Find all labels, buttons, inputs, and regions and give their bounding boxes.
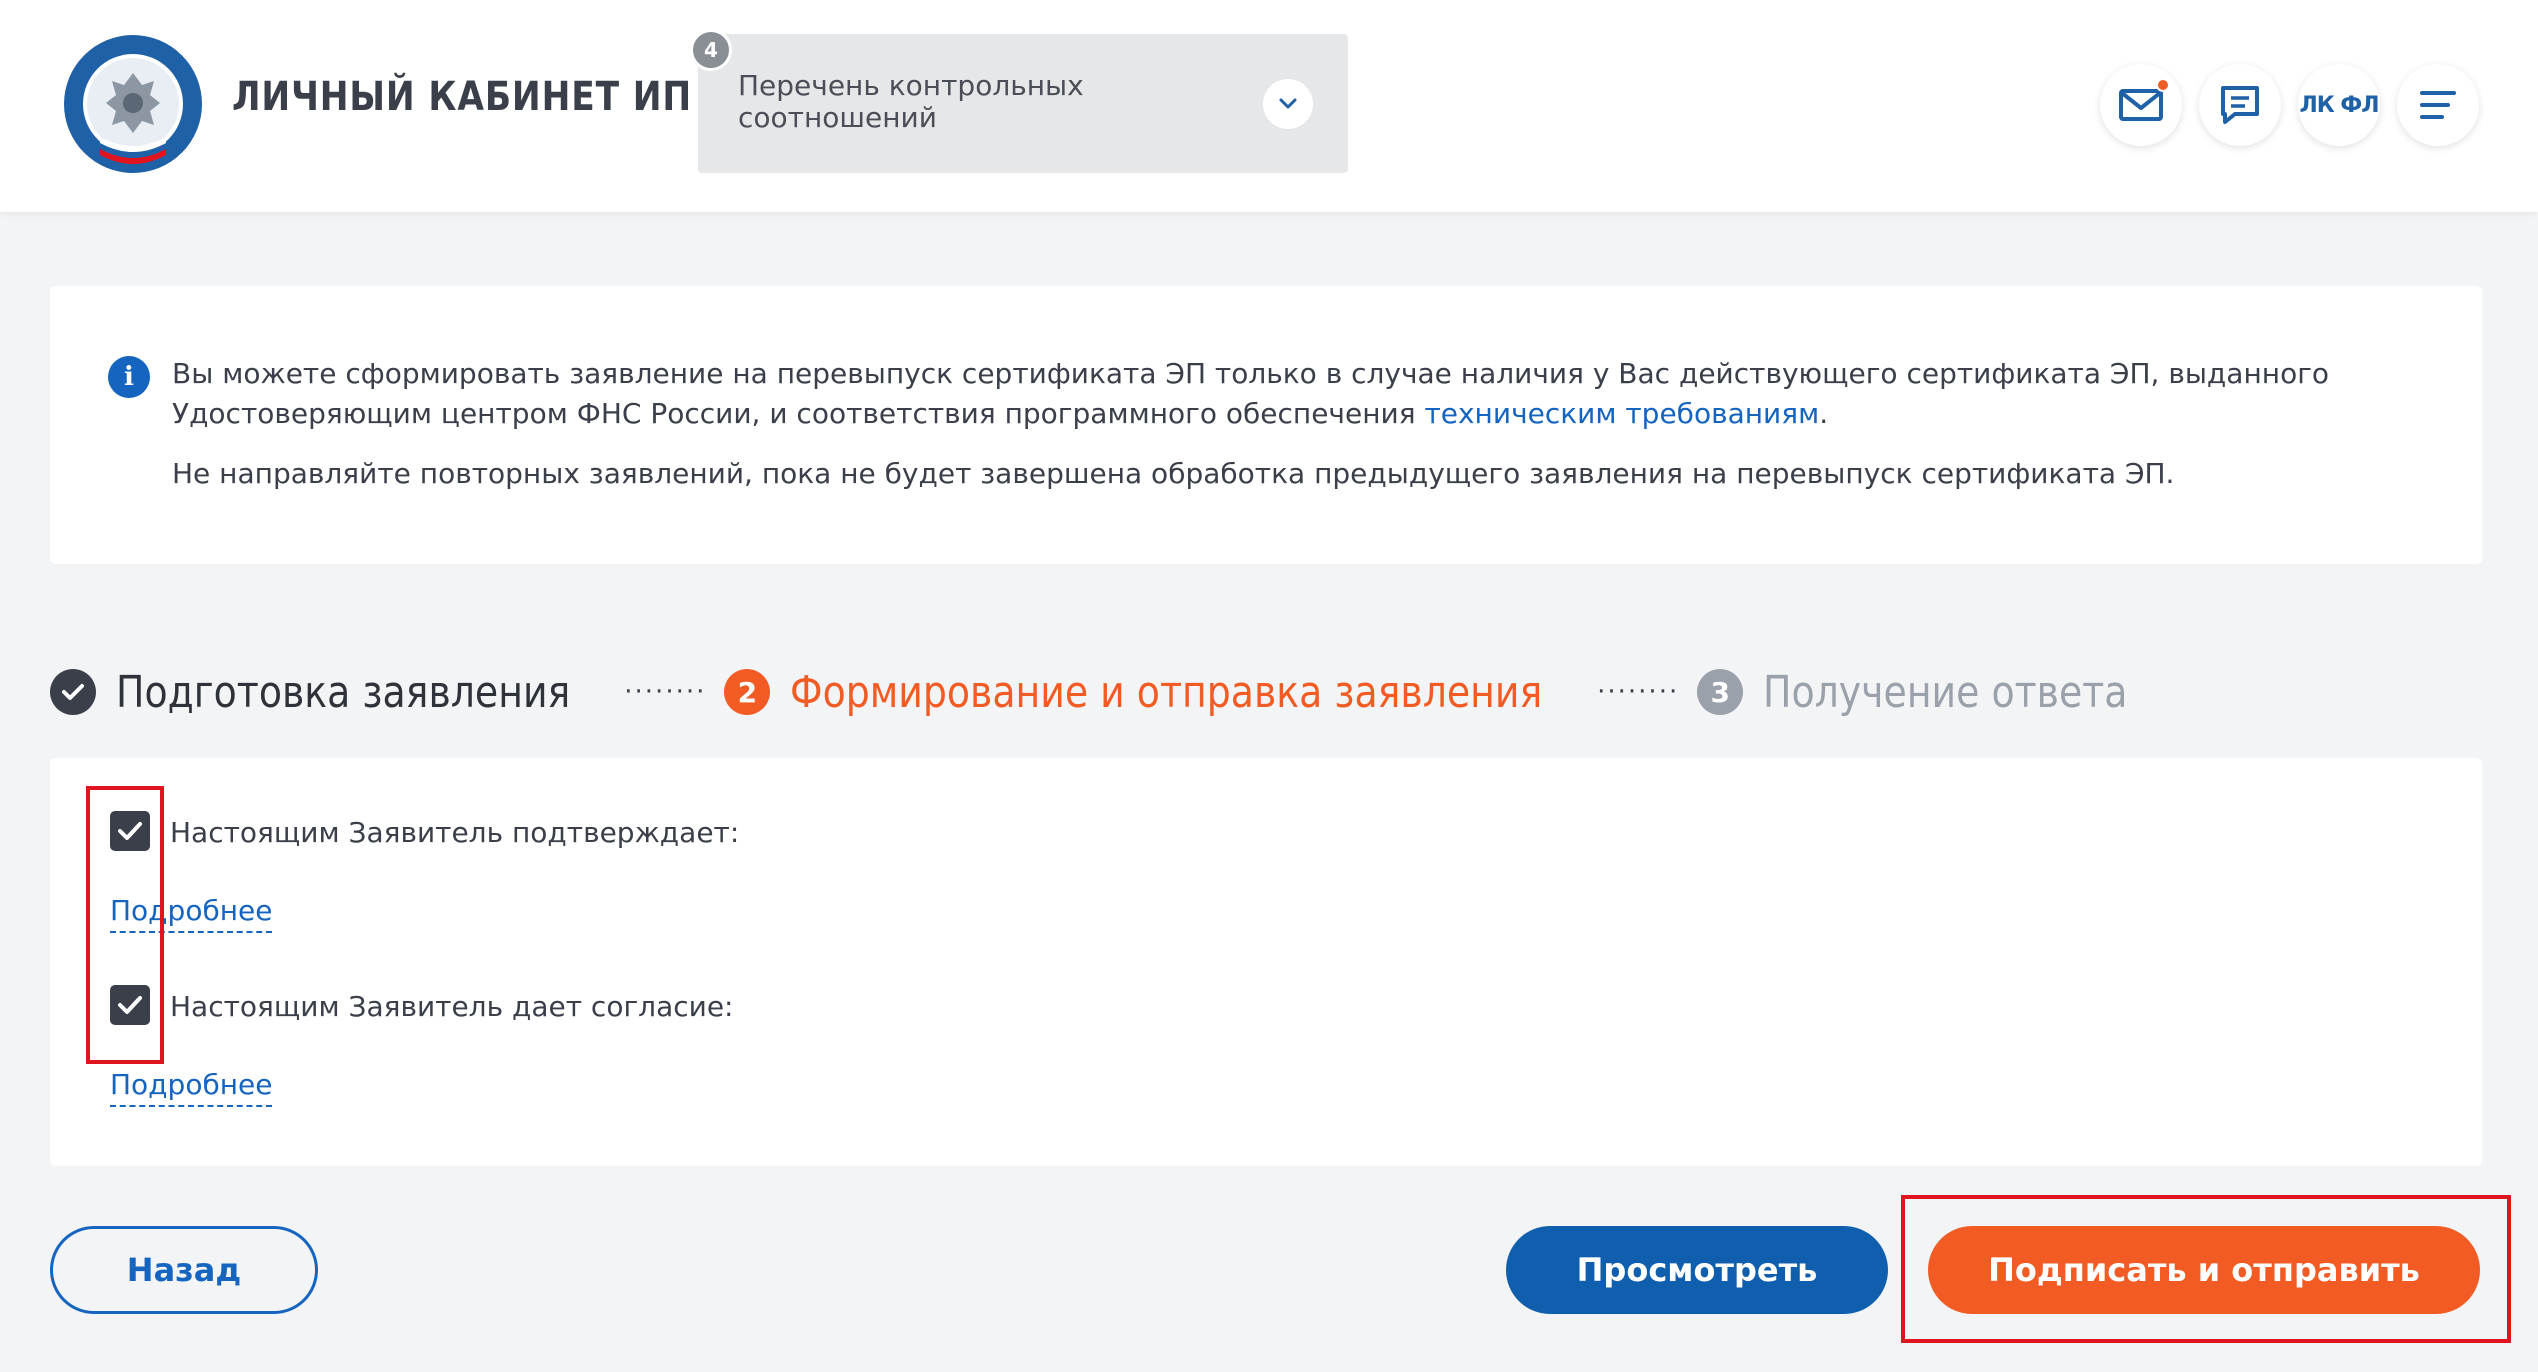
hamburger-menu-icon	[2420, 91, 2456, 119]
notification-dot	[2156, 78, 2170, 92]
info-icon: i	[108, 356, 150, 398]
mail-button[interactable]	[2100, 64, 2182, 146]
tech-requirements-link[interactable]: техническим требованиям	[1424, 397, 1819, 430]
confirm-more-link[interactable]: Подробнее	[110, 894, 273, 933]
info-text: Вы можете сформировать заявление на пере…	[172, 357, 2330, 430]
lk-fl-label: ЛК ФЛ	[2299, 92, 2379, 118]
confirm-checkbox[interactable]	[110, 811, 150, 851]
fns-logo-icon[interactable]	[62, 33, 204, 175]
header: ЛИЧНЫЙ КАБИНЕТ ИП 4 Перечень контрольных…	[0, 0, 2538, 212]
step-number: 2	[724, 669, 771, 715]
preview-button[interactable]: Просмотреть	[1506, 1226, 1888, 1314]
stepper: Подготовка заявления ········ 2 Формиров…	[50, 662, 2187, 722]
dropdown-count-badge: 4	[690, 29, 732, 71]
step-separator: ········	[624, 677, 707, 707]
step-number: 3	[1697, 669, 1744, 715]
consent-checkbox[interactable]	[110, 985, 150, 1025]
check-icon	[118, 822, 142, 840]
menu-button[interactable]	[2397, 64, 2479, 146]
dropdown-label: Перечень контрольных соотношений	[738, 69, 1084, 134]
step-response: 3 Получение ответа	[1697, 667, 2187, 718]
sign-and-send-button[interactable]: Подписать и отправить	[1928, 1226, 2480, 1314]
consent-more-link[interactable]: Подробнее	[110, 1068, 273, 1107]
step-label: Формирование и отправка заявления	[790, 666, 1543, 718]
messages-button[interactable]	[2199, 64, 2281, 146]
check-icon	[50, 669, 96, 715]
step-preparation: Подготовка заявления	[50, 667, 644, 718]
info-text-end: .	[1819, 397, 1829, 430]
info-note: Не направляйте повторных заявлений, пока…	[172, 457, 2175, 490]
lk-fl-button[interactable]: ЛК ФЛ	[2298, 64, 2380, 146]
check-icon	[118, 996, 142, 1014]
info-message: Вы можете сформировать заявление на пере…	[172, 354, 2432, 434]
chat-icon	[2221, 86, 2259, 124]
step-separator: ········	[1597, 677, 1680, 707]
cabinet-title[interactable]: ЛИЧНЫЙ КАБИНЕТ ИП	[232, 74, 692, 120]
mail-icon	[2119, 89, 2163, 121]
step-label: Подготовка заявления	[116, 666, 571, 718]
consent-label: Настоящим Заявитель дает согласие:	[170, 990, 734, 1023]
step-forming: 2 Формирование и отправка заявления	[724, 667, 1665, 718]
chevron-down-icon[interactable]	[1263, 79, 1313, 129]
back-button[interactable]: Назад	[50, 1226, 318, 1314]
confirm-label: Настоящим Заявитель подтверждает:	[170, 816, 740, 849]
step-label: Получение ответа	[1763, 666, 2128, 718]
